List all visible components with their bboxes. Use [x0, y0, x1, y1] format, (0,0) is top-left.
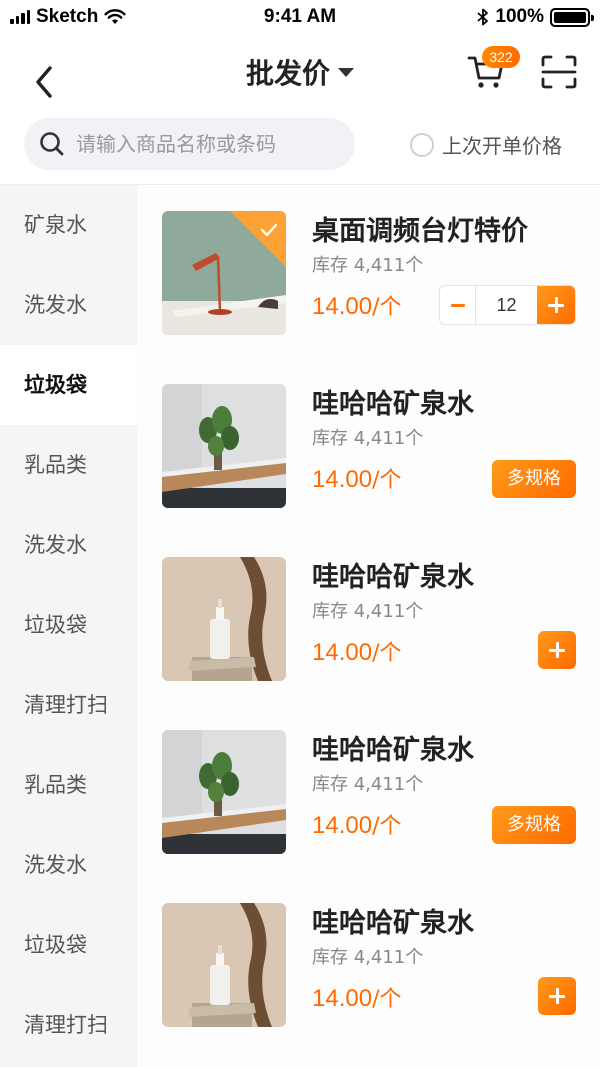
- product-image-desk-lamp[interactable]: [162, 211, 286, 335]
- product-price: 14.00/个: [312, 808, 401, 840]
- multi-spec-button[interactable]: 多规格: [492, 460, 576, 498]
- sidebar-item[interactable]: 清理打扫: [0, 665, 137, 745]
- decrement-button[interactable]: [440, 286, 476, 324]
- product-card[interactable]: 哇哈哈矿泉水 库存 4,411个 14.00/个: [137, 877, 600, 1050]
- product-stock: 库存 4,411个: [312, 774, 424, 795]
- price-unit: /个: [372, 295, 402, 320]
- price-value: 14.00: [312, 293, 373, 320]
- sidebar-item[interactable]: 垃圾袋: [0, 585, 137, 665]
- radio-icon[interactable]: [410, 132, 434, 157]
- multi-spec-button[interactable]: 多规格: [492, 806, 576, 844]
- sidebar-item[interactable]: 矿泉水: [0, 185, 137, 265]
- search-icon: [40, 132, 64, 156]
- product-price: 14.00/个: [312, 289, 401, 321]
- product-card[interactable]: 哇哈哈矿泉水 库存 4,411个 14.00/个 多规格: [137, 704, 600, 877]
- product-name: 哇哈哈矿泉水: [312, 389, 474, 420]
- product-image-serum-bottle[interactable]: [162, 903, 286, 1027]
- product-card[interactable]: 桌面调频台灯特价 库存 4,411个 14.00/个 12: [137, 185, 600, 358]
- battery-group: 100%: [477, 6, 594, 28]
- price-unit: /个: [372, 814, 402, 839]
- nav-bar: 批发价 322: [0, 34, 600, 112]
- increment-button[interactable]: [537, 286, 575, 324]
- sidebar-item[interactable]: 清理打扫: [0, 985, 137, 1065]
- add-to-cart-button[interactable]: [538, 631, 576, 669]
- product-stock: 库存 4,411个: [312, 428, 424, 449]
- scan-icon[interactable]: [540, 54, 578, 90]
- last-price-label: 上次开单价格: [442, 134, 562, 158]
- quantity-value[interactable]: 12: [476, 286, 537, 324]
- plus-icon: [549, 642, 565, 658]
- product-price: 14.00/个: [312, 635, 401, 667]
- product-name: 哇哈哈矿泉水: [312, 735, 474, 766]
- status-bar: Sketch 9:41 AM 100%: [0, 0, 600, 34]
- minus-icon: [450, 303, 465, 307]
- product-stock: 库存 4,411个: [312, 947, 424, 968]
- sidebar-item[interactable]: 洗发水: [0, 265, 137, 345]
- plus-icon: [549, 988, 565, 1004]
- product-stock: 库存 4,411个: [312, 601, 424, 622]
- product-name: 哇哈哈矿泉水: [312, 562, 474, 593]
- category-sidebar: 矿泉水 洗发水 垃圾袋 乳品类 洗发水 垃圾袋 清理打扫 乳品类 洗发水 垃圾袋…: [0, 185, 137, 1067]
- page-title: 批发价: [245, 57, 330, 90]
- add-to-cart-button[interactable]: [538, 977, 576, 1015]
- last-price-toggle[interactable]: 上次开单价格: [410, 130, 562, 159]
- product-image-plant-desk[interactable]: [162, 730, 286, 854]
- battery-icon: [550, 7, 594, 27]
- sidebar-item[interactable]: 洗发水: [0, 505, 137, 585]
- caret-down-icon: [338, 67, 354, 77]
- battery-percent: 100%: [495, 6, 544, 27]
- price-value: 14.00: [312, 466, 373, 493]
- check-icon: [260, 223, 278, 237]
- product-name: 哇哈哈矿泉水: [312, 908, 474, 939]
- plus-icon: [548, 297, 564, 313]
- price-value: 14.00: [312, 639, 373, 666]
- sidebar-item-active[interactable]: 垃圾袋: [0, 345, 137, 425]
- sidebar-item[interactable]: 乳品类: [0, 745, 137, 825]
- selected-corner: [230, 211, 286, 267]
- sidebar-item[interactable]: 垃圾袋: [0, 905, 137, 985]
- search-box[interactable]: [24, 118, 355, 170]
- price-value: 14.00: [312, 812, 373, 839]
- bluetooth-icon: [477, 8, 489, 26]
- product-list: 桌面调频台灯特价 库存 4,411个 14.00/个 12 哇哈哈矿泉水 库存 …: [137, 185, 600, 1067]
- product-price: 14.00/个: [312, 462, 401, 494]
- price-value: 14.00: [312, 985, 373, 1012]
- price-unit: /个: [372, 987, 402, 1012]
- sidebar-item[interactable]: 乳品类: [0, 425, 137, 505]
- product-price: 14.00/个: [312, 981, 401, 1013]
- product-image-serum-bottle[interactable]: [162, 557, 286, 681]
- product-card[interactable]: 哇哈哈矿泉水 库存 4,411个 14.00/个 多规格: [137, 358, 600, 531]
- product-name: 桌面调频台灯特价: [312, 216, 528, 247]
- product-card[interactable]: 哇哈哈矿泉水 库存 4,411个 14.00/个: [137, 531, 600, 704]
- price-unit: /个: [372, 641, 402, 666]
- product-image-plant-desk[interactable]: [162, 384, 286, 508]
- quantity-stepper: 12: [439, 285, 576, 325]
- search-input[interactable]: [76, 132, 326, 156]
- product-stock: 库存 4,411个: [312, 255, 424, 276]
- sidebar-item[interactable]: 洗发水: [0, 825, 137, 905]
- price-unit: /个: [372, 468, 402, 493]
- cart-count-badge: 322: [482, 46, 520, 68]
